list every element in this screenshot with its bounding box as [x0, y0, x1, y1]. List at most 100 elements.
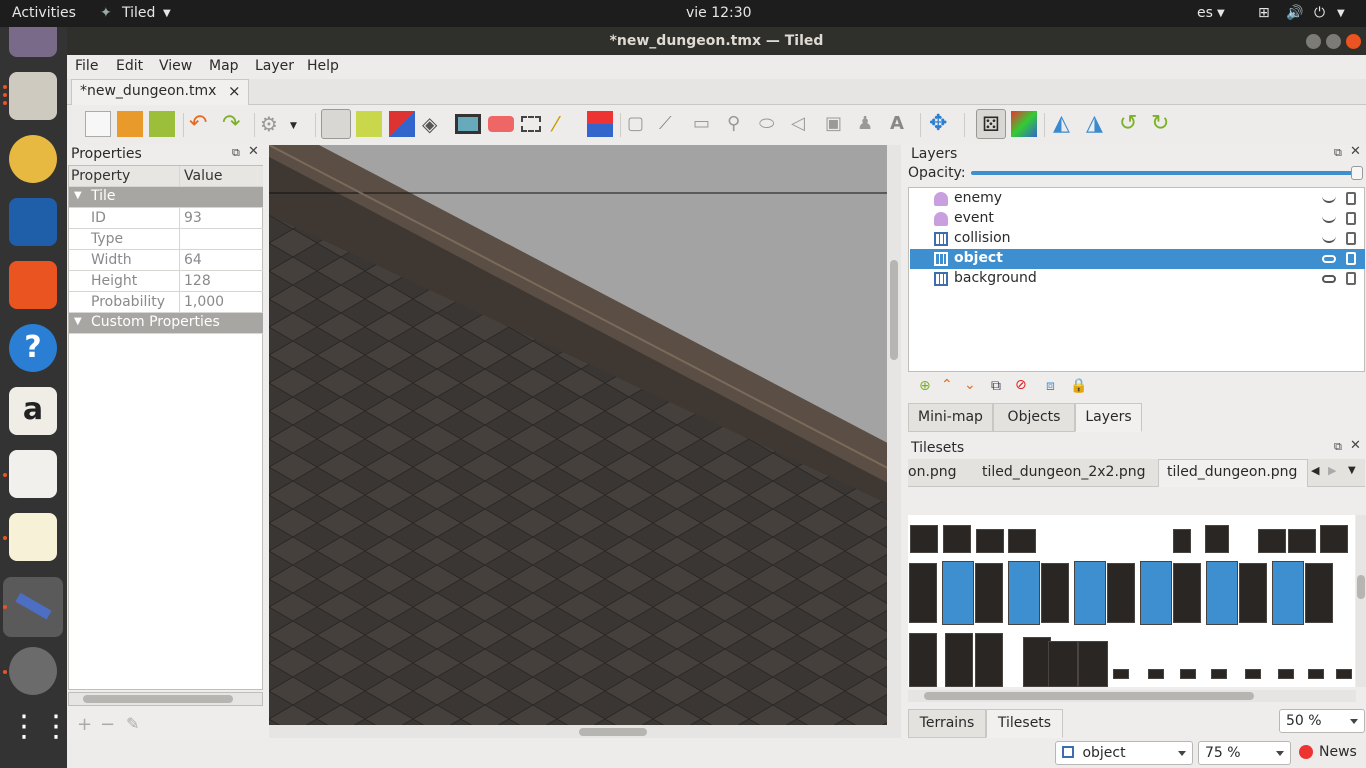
tab-tileset-dungeon[interactable]: tiled_dungeon.png — [1158, 459, 1308, 487]
tab-objects[interactable]: Objects — [993, 403, 1075, 432]
tile[interactable] — [909, 633, 937, 687]
menu-layer[interactable]: Layer — [255, 58, 294, 74]
lock-icon[interactable] — [1346, 232, 1356, 245]
scroll-left-icon[interactable]: ◀ — [1311, 464, 1319, 477]
close-panel-icon[interactable]: ✕ — [248, 145, 259, 158]
tab-tileset-partial[interactable]: on.png — [908, 464, 957, 480]
tile[interactable] — [1205, 525, 1229, 553]
layer-select[interactable]: object — [1055, 741, 1193, 765]
group-tile[interactable]: ▼ Tile — [69, 187, 263, 208]
redo-icon[interactable]: ↷ — [222, 111, 248, 137]
insert-text-icon[interactable]: A — [890, 111, 916, 137]
volume-icon[interactable]: 🔊 — [1286, 5, 1303, 21]
lock-icon[interactable] — [1346, 212, 1356, 225]
tile[interactable] — [1305, 563, 1333, 623]
tiled-icon[interactable] — [3, 577, 63, 637]
pdf-viewer-icon[interactable] — [9, 450, 57, 498]
map-zoom-combo[interactable]: 75 % — [1198, 741, 1291, 765]
terrain-brush-icon[interactable] — [356, 111, 382, 137]
insert-template-icon[interactable]: ♟ — [857, 111, 883, 137]
opacity-slider[interactable] — [971, 166, 1363, 180]
news-button[interactable]: News — [1319, 744, 1357, 760]
tile[interactable] — [976, 529, 1004, 553]
tab-layers[interactable]: Layers — [1075, 403, 1142, 432]
move-icon[interactable]: ✥ — [929, 111, 955, 137]
add-property-icon[interactable]: + — [77, 714, 92, 735]
float-icon[interactable]: ⧉ — [232, 147, 243, 159]
network-icon[interactable]: ⊞ — [1258, 5, 1270, 21]
select-same-tile-icon[interactable] — [587, 111, 613, 137]
lock-icon[interactable] — [1346, 252, 1356, 265]
open-icon[interactable] — [117, 111, 143, 137]
eye-closed-icon[interactable] — [1322, 215, 1336, 223]
tab-terrains[interactable]: Terrains — [908, 709, 986, 738]
gimp-icon[interactable] — [9, 647, 57, 695]
mail-icon[interactable] — [9, 27, 57, 57]
float-icon[interactable]: ⧉ — [1334, 441, 1345, 453]
opacity-slider-handle[interactable] — [1351, 166, 1363, 180]
layer-row-collision[interactable]: collision — [910, 229, 1365, 249]
layer-row-enemy[interactable]: enemy — [910, 189, 1365, 209]
software-center-icon[interactable] — [9, 261, 57, 309]
wang-fill-icon[interactable] — [1011, 111, 1037, 137]
property-row[interactable]: Type — [69, 229, 263, 250]
tile-selected[interactable] — [942, 561, 974, 625]
rhythmbox-icon[interactable] — [9, 135, 57, 183]
tile-selected[interactable] — [1206, 561, 1238, 625]
maximize-button[interactable] — [1326, 34, 1341, 49]
commands-icon[interactable]: ⚙ — [260, 111, 286, 137]
insert-ellipse-icon[interactable]: ⬭ — [759, 111, 785, 137]
amazon-icon[interactable]: a — [9, 387, 57, 435]
add-layer-icon[interactable]: ⊕ — [919, 378, 931, 394]
remove-property-icon[interactable]: − — [100, 714, 115, 735]
tab-close-icon[interactable]: × — [228, 82, 241, 100]
tile[interactable] — [1041, 563, 1069, 623]
show-apps-icon[interactable]: ⋮⋮⋮ — [9, 712, 67, 765]
activities-button[interactable]: Activities — [12, 5, 76, 21]
tileset-horizontal-scrollbar[interactable] — [908, 690, 1356, 702]
save-icon[interactable] — [149, 111, 175, 137]
tile[interactable] — [1107, 563, 1135, 623]
tile[interactable] — [1320, 525, 1348, 553]
menu-edit[interactable]: Edit — [116, 58, 143, 74]
duplicate-layer-icon[interactable]: ⧉ — [991, 378, 1001, 394]
group-custom-properties[interactable]: ▼ Custom Properties — [69, 313, 263, 334]
rect-select-icon[interactable] — [521, 116, 541, 132]
tile[interactable] — [910, 525, 938, 553]
tile[interactable] — [909, 563, 937, 623]
flip-horizontal-icon[interactable]: ◭ — [1053, 111, 1079, 137]
tile[interactable] — [1048, 641, 1078, 687]
undo-icon[interactable]: ↶ — [189, 111, 215, 137]
property-row[interactable]: Height 128 — [69, 271, 263, 292]
rename-property-icon[interactable]: ✎ — [126, 714, 139, 733]
property-row[interactable]: Width 64 — [69, 250, 263, 271]
minimize-button[interactable] — [1306, 34, 1321, 49]
eye-closed-icon[interactable] — [1322, 195, 1336, 203]
tile[interactable] — [1258, 529, 1286, 553]
tile-selected[interactable] — [1074, 561, 1106, 625]
rotate-left-icon[interactable]: ↺ — [1119, 111, 1145, 137]
tile[interactable] — [1180, 669, 1196, 679]
tile[interactable] — [1173, 563, 1201, 623]
lock-icon[interactable] — [1346, 192, 1356, 205]
toggle-others-icon[interactable]: ⧈ — [1046, 378, 1055, 394]
language-indicator[interactable]: es — [1197, 5, 1213, 21]
random-mode-icon[interactable]: ⚄ — [976, 109, 1006, 139]
close-panel-icon[interactable]: ✕ — [1350, 145, 1361, 158]
float-icon[interactable]: ⧉ — [1334, 147, 1345, 159]
tile[interactable] — [1173, 529, 1191, 553]
close-button[interactable] — [1346, 34, 1361, 49]
lock-others-icon[interactable]: 🔒 — [1070, 378, 1087, 394]
layer-row-object[interactable]: object — [910, 249, 1365, 269]
eye-icon[interactable] — [1322, 275, 1336, 283]
flip-vertical-icon[interactable]: ◮ — [1086, 111, 1112, 137]
select-objects-icon[interactable]: ▢ — [627, 111, 653, 137]
power-icon[interactable]: ⏻ — [1314, 5, 1325, 21]
close-panel-icon[interactable]: ✕ — [1350, 439, 1361, 452]
tile[interactable] — [975, 563, 1003, 623]
tileset-zoom-combo[interactable]: 50 % — [1279, 709, 1365, 733]
magic-wand-icon[interactable]: ⁄ — [554, 111, 580, 137]
chevron-down-icon[interactable]: ▼ — [1348, 465, 1356, 476]
tile[interactable] — [1113, 669, 1129, 679]
eraser-icon[interactable] — [488, 116, 514, 132]
